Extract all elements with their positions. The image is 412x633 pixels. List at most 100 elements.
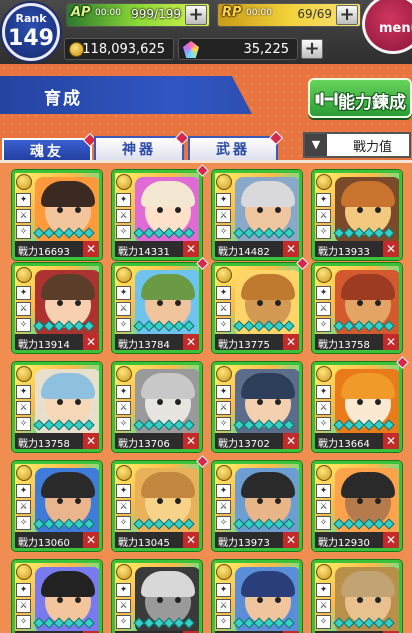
rank-gems xyxy=(333,227,395,239)
gem-icon xyxy=(83,518,95,530)
skill-icon: ✧ xyxy=(216,225,231,239)
eye xyxy=(257,207,263,213)
skill-icon: ✦ xyxy=(316,484,331,498)
skill-icons: ✦ ⚔ ✧ xyxy=(216,286,232,334)
rank-badge[interactable]: Rank 149 xyxy=(2,3,60,61)
character-card[interactable]: ✦ ⚔ ✧ 戰力13060 ✕ xyxy=(12,461,102,551)
ap-label: AP xyxy=(71,5,91,20)
ap-timer: 00:00 xyxy=(95,8,121,18)
skill-icon: ✦ xyxy=(116,385,131,399)
rank-gems xyxy=(133,518,195,530)
character-card[interactable]: ✦ ⚔ ✧ 戰力13784 ✕ xyxy=(112,263,202,353)
eye xyxy=(157,207,163,213)
eye xyxy=(75,399,81,405)
gem-icon xyxy=(383,227,395,239)
character-card[interactable]: ✦ ⚔ ✧ 戰力13973 ✕ xyxy=(212,461,302,551)
character-card[interactable]: ✦ ⚔ ✧ 戰力13664 ✕ xyxy=(312,362,402,452)
sort-dropdown[interactable]: ▼ 戰力值 xyxy=(303,132,411,158)
menu-label: menu xyxy=(379,21,412,36)
eye xyxy=(57,399,63,405)
skill-icon: ✦ xyxy=(16,385,31,399)
ability-training-button[interactable]: 能力鍊成 xyxy=(308,78,412,118)
character-hair xyxy=(141,571,195,597)
character-card[interactable]: ✦⚔✧✕ xyxy=(312,560,402,633)
skill-icon: ✦ xyxy=(216,385,231,399)
character-card[interactable]: ✦ ⚔ ✧ 戰力13775 ✕ xyxy=(212,263,302,353)
character-hair xyxy=(141,274,195,300)
skill-icon: ✦ xyxy=(116,583,131,597)
rainbow-gem-icon xyxy=(183,41,199,58)
ap-bar: AP 00:00 999/199 + xyxy=(66,3,210,27)
rank-value: 149 xyxy=(8,26,54,51)
skill-icon: ✧ xyxy=(16,417,31,431)
power-value: 戰力13045 xyxy=(118,538,170,549)
rank-gems xyxy=(233,518,295,530)
character-card[interactable]: ✦ ⚔ ✧ 戰力14482 ✕ xyxy=(212,170,302,260)
rank-gems xyxy=(33,419,95,431)
eye xyxy=(75,207,81,213)
character-card[interactable]: ✦ ⚔ ✧ 戰力13933 ✕ xyxy=(312,170,402,260)
character-card[interactable]: ✦⚔✧✕ xyxy=(12,560,102,633)
character-card[interactable]: ✦ ⚔ ✧ 戰力13758 ✕ xyxy=(12,362,102,452)
skill-icon: ✧ xyxy=(16,615,31,629)
skill-icon: ✦ xyxy=(216,193,231,207)
rank-gems xyxy=(133,320,195,332)
power-value: 戰力14331 xyxy=(118,247,170,258)
crossed-swords-icon: ✕ xyxy=(183,433,199,449)
skill-icons: ✦ ⚔ ✧ xyxy=(16,583,32,631)
skill-icon: ⚔ xyxy=(116,401,131,415)
skill-icon: ⚔ xyxy=(116,500,131,514)
skill-icon: ⚔ xyxy=(216,599,231,613)
eye xyxy=(357,300,363,306)
rank-gems xyxy=(333,617,395,629)
element-icon xyxy=(16,465,32,481)
rank-gems xyxy=(233,617,295,629)
element-icon xyxy=(116,366,132,382)
training-label: 能力鍊成 xyxy=(338,93,406,113)
character-card[interactable]: ✦ ⚔ ✧ 戰力16693 ✕ xyxy=(12,170,102,260)
skill-icon: ✧ xyxy=(116,225,131,239)
skill-icons: ✦ ⚔ ✧ xyxy=(316,484,332,532)
skill-icon: ⚔ xyxy=(216,302,231,316)
rp-label: RP xyxy=(222,5,242,20)
skill-icon: ✦ xyxy=(16,286,31,300)
menu-button[interactable]: menu xyxy=(362,0,412,54)
eye xyxy=(375,207,381,213)
character-hair xyxy=(341,571,395,597)
skill-icon: ⚔ xyxy=(316,500,331,514)
eye xyxy=(275,498,281,504)
gem-icon xyxy=(83,320,95,332)
skill-icon: ✦ xyxy=(316,385,331,399)
character-hair xyxy=(341,274,395,300)
skill-icon: ✧ xyxy=(316,516,331,530)
element-icon xyxy=(116,564,132,580)
ap-add-button[interactable]: + xyxy=(185,5,207,25)
eye xyxy=(357,399,363,405)
power-value: 戰力13706 xyxy=(118,439,170,450)
eye xyxy=(57,300,63,306)
character-card[interactable]: ✦⚔✧✕ xyxy=(112,560,202,633)
notification-dot xyxy=(174,130,190,146)
gem-value: 35,225 xyxy=(243,42,290,57)
eye xyxy=(157,597,163,603)
eye xyxy=(175,498,181,504)
crossed-swords-icon: ✕ xyxy=(183,532,199,548)
eye xyxy=(375,597,381,603)
rp-add-button[interactable]: + xyxy=(336,5,358,25)
eye xyxy=(375,498,381,504)
rank-gems xyxy=(233,419,295,431)
character-card[interactable]: ✦ ⚔ ✧ 戰力13702 ✕ xyxy=(212,362,302,452)
gem-icon xyxy=(283,518,295,530)
character-card[interactable]: ✦ ⚔ ✧ 戰力13706 ✕ xyxy=(112,362,202,452)
character-card[interactable]: ✦ ⚔ ✧ 戰力12930 ✕ xyxy=(312,461,402,551)
eye xyxy=(275,597,281,603)
character-card[interactable]: ✦ ⚔ ✧ 戰力14331 ✕ xyxy=(112,170,202,260)
gem-icon xyxy=(383,320,395,332)
character-card[interactable]: ✦ ⚔ ✧ 戰力13914 ✕ xyxy=(12,263,102,353)
character-card[interactable]: ✦ ⚔ ✧ 戰力13045 ✕ xyxy=(112,461,202,551)
gem-add-button[interactable]: + xyxy=(301,39,323,59)
character-card[interactable]: ✦⚔✧✕ xyxy=(212,560,302,633)
skill-icon: ✦ xyxy=(216,484,231,498)
element-icon xyxy=(316,366,332,382)
character-card[interactable]: ✦ ⚔ ✧ 戰力13758 ✕ xyxy=(312,263,402,353)
